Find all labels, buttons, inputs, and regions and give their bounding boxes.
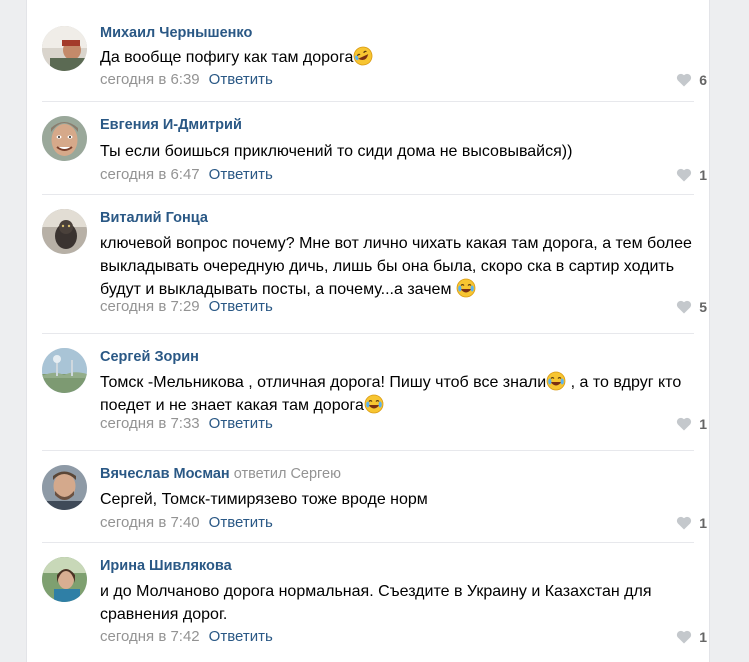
comment-item: Михаил Чернышенко Да вообще пофигу как т…	[27, 0, 709, 102]
reply-button[interactable]: Ответить	[209, 628, 273, 645]
author-line: Михаил Чернышенко	[100, 24, 252, 42]
like-button[interactable]: 1	[676, 415, 707, 433]
comment-text: Да вообще пофигу как там дорога	[100, 46, 700, 69]
comment-date[interactable]: сегодня в 7:33	[100, 415, 200, 432]
comment-meta: сегодня в 7:42 Ответить	[100, 628, 273, 646]
reply-button[interactable]: Ответить	[209, 514, 273, 531]
author-line: Ирина Шивлякова	[100, 557, 232, 575]
author-line: Виталий Гонца	[100, 209, 208, 227]
heart-icon	[676, 417, 692, 431]
avatar[interactable]	[42, 557, 87, 602]
comment-text: Ты если боишься приключений то сиди дома…	[100, 140, 700, 163]
author-line: Сергей Зорин	[100, 348, 199, 366]
heart-icon	[676, 516, 692, 530]
comment-text: ключевой вопрос почему? Мне вот лично чи…	[100, 232, 700, 301]
like-count: 1	[699, 416, 707, 432]
tears-of-joy-emoji	[546, 371, 566, 391]
comment-text: и до Молчаново дорога нормальная. Съезди…	[100, 580, 700, 626]
heart-icon	[676, 168, 692, 182]
comment-text-body: ключевой вопрос почему? Мне вот лично чи…	[100, 235, 692, 298]
comment-text-body: и до Молчаново дорога нормальная. Съезди…	[100, 583, 652, 623]
author-name[interactable]: Ирина Шивлякова	[100, 558, 232, 574]
like-count: 6	[699, 72, 707, 88]
reply-button[interactable]: Ответить	[209, 415, 273, 432]
avatar[interactable]	[42, 116, 87, 161]
reply-button[interactable]: Ответить	[209, 298, 273, 315]
like-button[interactable]: 1	[676, 628, 707, 646]
comment-date[interactable]: сегодня в 7:42	[100, 628, 200, 645]
like-button[interactable]: 6	[676, 71, 707, 89]
comment-meta: сегодня в 7:40 Ответить	[100, 514, 273, 532]
like-count: 5	[699, 299, 707, 315]
comment-meta: сегодня в 6:39 Ответить	[100, 71, 273, 89]
avatar[interactable]	[42, 26, 87, 71]
like-count: 1	[699, 629, 707, 645]
author-name[interactable]: Михаил Чернышенко	[100, 25, 252, 41]
comment-text-part1: Томск -Мельникова , отличная дорога! Пиш…	[100, 374, 547, 391]
comment-date[interactable]: сегодня в 7:40	[100, 514, 200, 531]
like-button[interactable]: 1	[676, 514, 707, 532]
comment-item: Сергей Зорин Томск -Мельникова , отлична…	[27, 334, 709, 451]
comment-date[interactable]: сегодня в 7:29	[100, 298, 200, 315]
comment-item: Вячеслав Мосман ответил Сергею Сергей, Т…	[27, 451, 709, 543]
comment-item: Виталий Гонца ключевой вопрос почему? Мн…	[27, 195, 709, 334]
comments-panel: Михаил Чернышенко Да вообще пофигу как т…	[26, 0, 710, 662]
author-name[interactable]: Вячеслав Мосман	[100, 466, 230, 482]
heart-icon	[676, 630, 692, 644]
like-count: 1	[699, 515, 707, 531]
like-button[interactable]: 5	[676, 298, 707, 316]
reply-button[interactable]: Ответить	[209, 71, 273, 88]
tears-of-joy-emoji	[364, 394, 384, 414]
like-button[interactable]: 1	[676, 166, 707, 184]
rofl-emoji	[353, 46, 373, 66]
tears-of-joy-emoji	[456, 278, 476, 298]
avatar[interactable]	[42, 465, 87, 510]
comment-item: Евгения И-Дмитрий Ты если боишься приклю…	[27, 102, 709, 195]
comment-text-body: Сергей, Томск-тимирязево тоже вроде норм	[100, 491, 428, 508]
author-name[interactable]: Сергей Зорин	[100, 349, 199, 365]
author-line: Евгения И-Дмитрий	[100, 116, 242, 134]
comment-text: Томск -Мельникова , отличная дорога! Пиш…	[100, 371, 700, 417]
like-count: 1	[699, 167, 707, 183]
avatar[interactable]	[42, 209, 87, 254]
avatar[interactable]	[42, 348, 87, 393]
reply-to-label[interactable]: ответил Сергею	[234, 466, 341, 482]
author-name[interactable]: Евгения И-Дмитрий	[100, 117, 242, 133]
comment-meta: сегодня в 7:29 Ответить	[100, 298, 273, 316]
reply-button[interactable]: Ответить	[209, 166, 273, 183]
comment-text: Сергей, Томск-тимирязево тоже вроде норм	[100, 488, 700, 511]
comment-date[interactable]: сегодня в 6:47	[100, 166, 200, 183]
author-line: Вячеслав Мосман ответил Сергею	[100, 465, 341, 483]
heart-icon	[676, 73, 692, 87]
comment-text-body: Ты если боишься приключений то сиди дома…	[100, 143, 573, 160]
comment-item: Ирина Шивлякова и до Молчаново дорога но…	[27, 543, 709, 662]
comment-text-body: Да вообще пофигу как там дорога	[100, 49, 354, 66]
comment-meta: сегодня в 7:33 Ответить	[100, 415, 273, 433]
comment-date[interactable]: сегодня в 6:39	[100, 71, 200, 88]
heart-icon	[676, 300, 692, 314]
comment-meta: сегодня в 6:47 Ответить	[100, 166, 273, 184]
author-name[interactable]: Виталий Гонца	[100, 210, 208, 226]
